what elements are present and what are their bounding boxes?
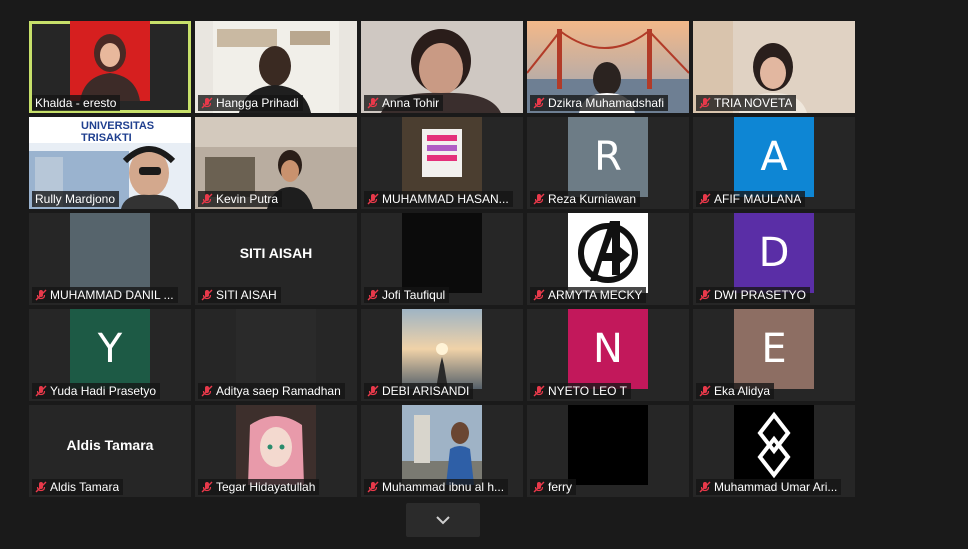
- participant-name-label: TRIA NOVETA: [696, 95, 797, 111]
- participant-name-label: NYETO LEO T: [530, 383, 631, 399]
- avengers-logo-picture: [568, 213, 648, 293]
- participant-tile[interactable]: MUHAMMAD HASAN...: [361, 117, 523, 209]
- muted-mic-icon: [201, 289, 213, 301]
- participant-name-label: Tegar Hidayatullah: [198, 479, 320, 495]
- participant-tile[interactable]: A AFIF MAULANA: [693, 117, 855, 209]
- profile-picture: [402, 117, 482, 197]
- next-page-button[interactable]: [406, 503, 480, 537]
- participant-tile[interactable]: Hangga Prihadi: [195, 21, 357, 113]
- university-banner: UNIVERSITAS TRISAKTI: [81, 120, 155, 144]
- participant-tile[interactable]: Y Yuda Hadi Prasetyo: [29, 309, 191, 401]
- participant-tile[interactable]: Anna Tohir: [361, 21, 523, 113]
- participant-tile[interactable]: Khalda - eresto: [29, 21, 191, 113]
- logo-picture: [734, 405, 814, 485]
- participant-tile[interactable]: Jofi Taufiqul: [361, 213, 523, 305]
- profile-picture: [236, 405, 316, 485]
- muted-mic-icon: [201, 385, 213, 397]
- participant-name-label: Aldis Tamara: [32, 479, 124, 495]
- participant-tile[interactable]: MUHAMMAD DANIL ...: [29, 213, 191, 305]
- participant-tile[interactable]: N NYETO LEO T: [527, 309, 689, 401]
- participant-tile[interactable]: R Reza Kurniawan: [527, 117, 689, 209]
- muted-mic-icon: [699, 289, 711, 301]
- profile-picture: [402, 309, 482, 389]
- avatar-letter: E: [734, 309, 814, 389]
- profile-picture: [402, 213, 482, 293]
- participant-name-label: MUHAMMAD DANIL ...: [32, 287, 178, 303]
- avatar-letter: A: [734, 117, 814, 197]
- profile-picture: [402, 405, 482, 485]
- participant-tile[interactable]: DEBI ARISANDI: [361, 309, 523, 401]
- participant-tile[interactable]: Muhammad Umar Ari...: [693, 405, 855, 497]
- participant-name-label: ferry: [530, 479, 576, 495]
- muted-mic-icon: [201, 481, 213, 493]
- participant-name-label: Khalda - eresto: [32, 95, 121, 111]
- muted-mic-icon: [533, 289, 545, 301]
- muted-mic-icon: [533, 385, 545, 397]
- participant-tile[interactable]: Aditya saep Ramadhan: [195, 309, 357, 401]
- participant-name-label: SITI AISAH: [198, 287, 281, 303]
- avatar-letter: N: [568, 309, 648, 389]
- participant-tile[interactable]: ferry: [527, 405, 689, 497]
- muted-mic-icon: [367, 481, 379, 493]
- muted-mic-icon: [699, 97, 711, 109]
- participant-name-label: DWI PRASETYO: [696, 287, 811, 303]
- participant-tile[interactable]: Dzikra Muhamadshafi: [527, 21, 689, 113]
- participant-name-label: Muhammad Umar Ari...: [696, 479, 842, 495]
- avatar-letter: Y: [70, 309, 150, 389]
- avatar-letter: D: [734, 213, 814, 293]
- participant-display-name: Aldis Tamara: [66, 437, 154, 453]
- participant-name-label: Muhammad ibnu al h...: [364, 479, 509, 495]
- participant-tile[interactable]: Kevin Putra: [195, 117, 357, 209]
- participant-name-label: AFIF MAULANA: [696, 191, 806, 207]
- participant-name-label: Rully Mardjono: [32, 191, 120, 207]
- muted-mic-icon: [699, 481, 711, 493]
- participant-display-name: SITI AISAH: [239, 245, 313, 261]
- participant-tile[interactable]: TRIA NOVETA: [693, 21, 855, 113]
- participant-name-label: Kevin Putra: [198, 191, 283, 207]
- muted-mic-icon: [201, 193, 213, 205]
- muted-mic-icon: [367, 289, 379, 301]
- participant-name-label: Jofi Taufiqul: [364, 287, 450, 303]
- participant-name-label: Eka Alidya: [696, 383, 775, 399]
- participant-tile[interactable]: E Eka Alidya: [693, 309, 855, 401]
- muted-mic-icon: [201, 97, 213, 109]
- participant-name-label: Reza Kurniawan: [530, 191, 641, 207]
- muted-mic-icon: [35, 481, 47, 493]
- muted-mic-icon: [699, 193, 711, 205]
- profile-picture: [70, 213, 150, 293]
- participant-name-label: MUHAMMAD HASAN...: [364, 191, 513, 207]
- participant-name-label: Anna Tohir: [364, 95, 444, 111]
- participant-video: [70, 21, 150, 101]
- participant-tile[interactable]: Tegar Hidayatullah: [195, 405, 357, 497]
- participant-name-label: DEBI ARISANDI: [364, 383, 474, 399]
- participant-name-label: Dzikra Muhamadshafi: [530, 95, 669, 111]
- participant-name-label: Hangga Prihadi: [198, 95, 303, 111]
- profile-picture: [236, 309, 316, 389]
- participant-name-label: Yuda Hadi Prasetyo: [32, 383, 161, 399]
- muted-mic-icon: [367, 385, 379, 397]
- muted-mic-icon: [35, 289, 47, 301]
- muted-mic-icon: [35, 385, 47, 397]
- profile-picture: [568, 405, 648, 485]
- participant-name-label: ARMYTA MECKY: [530, 287, 647, 303]
- muted-mic-icon: [367, 97, 379, 109]
- muted-mic-icon: [533, 193, 545, 205]
- participant-tile[interactable]: Aldis Tamara Aldis Tamara: [29, 405, 191, 497]
- muted-mic-icon: [533, 481, 545, 493]
- muted-mic-icon: [367, 193, 379, 205]
- participant-tile[interactable]: Muhammad ibnu al h...: [361, 405, 523, 497]
- chevron-down-icon: [436, 516, 450, 525]
- participant-name-label: Aditya saep Ramadhan: [198, 383, 345, 399]
- muted-mic-icon: [699, 385, 711, 397]
- video-grid: Khalda - eresto Hangga Prihadi Anna Tohi…: [29, 21, 855, 497]
- participant-tile[interactable]: SITI AISAH SITI AISAH: [195, 213, 357, 305]
- participant-tile[interactable]: ARMYTA MECKY: [527, 213, 689, 305]
- muted-mic-icon: [533, 97, 545, 109]
- participant-tile[interactable]: D DWI PRASETYO: [693, 213, 855, 305]
- participant-tile[interactable]: UNIVERSITAS TRISAKTI Rully Mardjono: [29, 117, 191, 209]
- avatar-letter: R: [568, 117, 648, 197]
